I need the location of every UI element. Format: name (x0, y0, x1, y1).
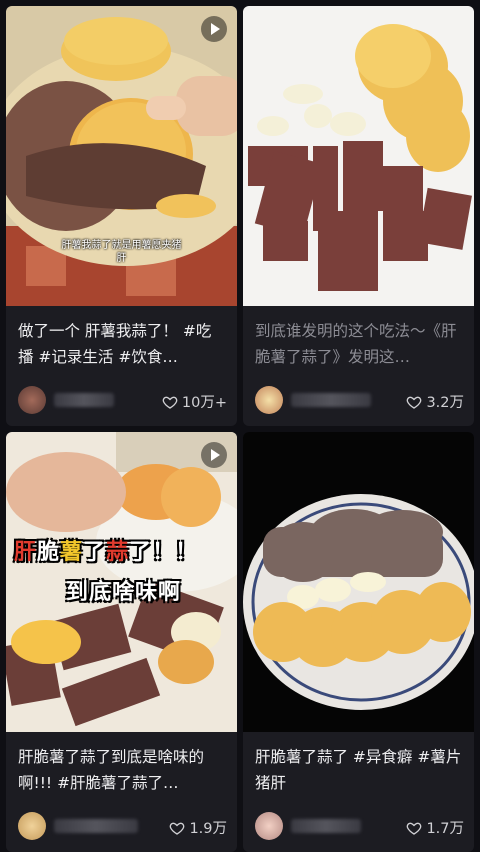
video-meta: 10万+ (18, 386, 227, 414)
video-title[interactable]: 肝脆薯了蒜了 #异食癖 #薯片猪肝 (255, 744, 462, 796)
likes-value: 1.9万 (189, 821, 227, 837)
video-meta: 1.9万 (18, 812, 227, 840)
username-blurred[interactable] (291, 393, 371, 407)
thumbnail-caption: 肝薯我蒜了就是用薯愿夹猪肝 (61, 240, 182, 264)
heart-icon[interactable] (169, 820, 185, 836)
likes-value: 3.2万 (426, 395, 464, 411)
likes-count: 10万+ (162, 391, 227, 412)
video-card-3[interactable]: 肝脆薯了蒜了！！ 到底啥味啊 肝脆薯了蒜了到底是啥味的啊!!! #肝脆薯了蒜了…… (6, 432, 237, 852)
username-blurred[interactable] (54, 819, 138, 833)
video-meta: 3.2万 (255, 386, 464, 414)
video-meta: 1.7万 (255, 812, 464, 840)
play-icon (201, 16, 227, 42)
video-thumbnail[interactable]: 肝脆薯了蒜了！！ 到底啥味啊 (6, 432, 237, 732)
likes-count: 3.2万 (406, 391, 464, 412)
heart-icon[interactable] (406, 394, 422, 410)
avatar[interactable] (255, 386, 283, 414)
video-card-4[interactable]: 肝脆薯了蒜了 #异食癖 #薯片猪肝 1.7万 (243, 432, 474, 852)
video-title[interactable]: 肝脆薯了蒜了到底是啥味的啊!!! #肝脆薯了蒜了… (18, 744, 225, 796)
username-blurred[interactable] (291, 819, 361, 833)
video-title[interactable]: 做了一个 肝薯我蒜了！ #吃播 #记录生活 #饮食… (18, 318, 225, 370)
video-title[interactable]: 到底谁发明的这个吃法～《肝脆薯了蒜了》发明这… (255, 318, 462, 370)
username-blurred[interactable] (54, 393, 114, 407)
likes-value: 1.7万 (426, 821, 464, 837)
video-card-1[interactable]: 肝薯我蒜了就是用薯愿夹猪肝 做了一个 肝薯我蒜了！ #吃播 #记录生活 #饮食…… (6, 6, 237, 426)
overlay-subline: 到底啥味啊 (66, 580, 182, 605)
likes-count: 1.7万 (406, 817, 464, 838)
likes-count: 1.9万 (169, 817, 227, 838)
heart-icon[interactable] (406, 820, 422, 836)
overlay-headline: 肝脆薯了蒜了！！ (14, 540, 199, 565)
avatar[interactable] (18, 812, 46, 840)
avatar[interactable] (255, 812, 283, 840)
video-thumbnail[interactable] (243, 6, 474, 306)
video-card-2[interactable]: 到底谁发明的这个吃法～《肝脆薯了蒜了》发明这… 3.2万 (243, 6, 474, 426)
play-icon (201, 442, 227, 468)
video-thumbnail[interactable]: 肝薯我蒜了就是用薯愿夹猪肝 (6, 6, 237, 306)
video-thumbnail[interactable] (243, 432, 474, 732)
avatar[interactable] (18, 386, 46, 414)
heart-icon[interactable] (162, 394, 178, 410)
likes-value: 10万+ (181, 395, 227, 411)
